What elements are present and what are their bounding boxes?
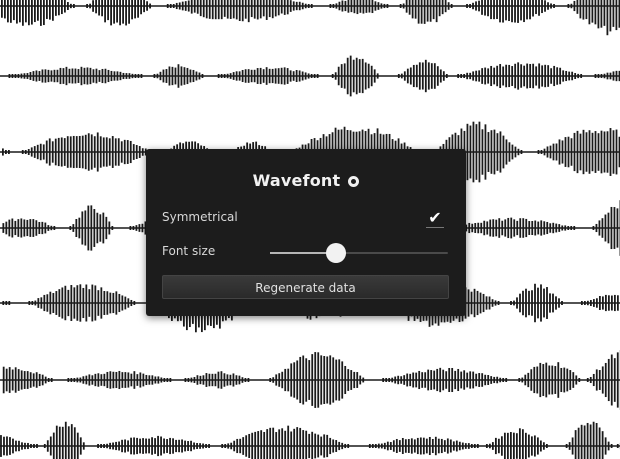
font-size-slider[interactable] — [270, 243, 448, 263]
github-icon[interactable] — [348, 175, 360, 187]
checkmark-icon: ✔ — [428, 208, 442, 227]
regenerate-data-button[interactable]: Regenerate data — [162, 275, 449, 299]
panel-header: Wavefont — [146, 171, 466, 190]
font-size-label: Font size — [162, 244, 216, 258]
symmetrical-checkbox[interactable]: ✔ — [426, 209, 444, 228]
settings-panel: Wavefont Symmetrical ✔ Font size Regener… — [146, 149, 466, 316]
panel-title: Wavefont — [252, 171, 341, 190]
slider-thumb[interactable] — [325, 243, 346, 263]
symmetrical-label: Symmetrical — [162, 210, 238, 224]
